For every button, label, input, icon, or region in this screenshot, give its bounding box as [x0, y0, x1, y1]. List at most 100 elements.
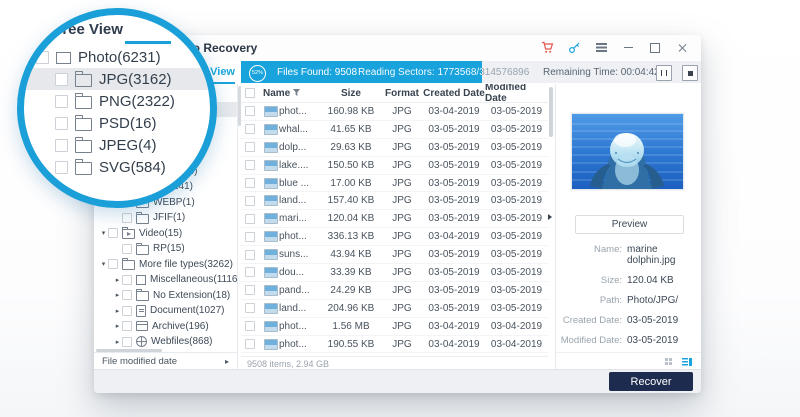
cell-modified-date: 03-05-2019: [485, 285, 548, 296]
panel-collapse-arrow[interactable]: [548, 214, 552, 220]
checkbox[interactable]: [122, 275, 132, 285]
tree-item-icon: [56, 52, 71, 64]
filter-label: File modified date: [102, 356, 177, 367]
tree-item[interactable]: ▾ Video(15): [94, 226, 237, 242]
cell-name: pand...: [279, 285, 321, 296]
menu-icon[interactable]: [594, 41, 608, 55]
tree-item[interactable]: ▾ More file types(3262): [94, 257, 237, 273]
tree-item[interactable]: ▸ Webfiles(868): [94, 334, 237, 350]
row-checkbox[interactable]: [245, 142, 255, 152]
column-header-size[interactable]: Size: [321, 88, 381, 99]
table-row[interactable]: phot... 190.55 KB JPG 03-04-2019 03-04-2…: [241, 336, 548, 354]
photo-thumbnail-icon: [264, 160, 278, 171]
table-row[interactable]: lake.... 150.50 KB JPG 03-05-2019 03-05-…: [241, 157, 548, 175]
row-checkbox[interactable]: [245, 196, 255, 206]
checkbox[interactable]: [122, 213, 132, 223]
list-view-icon[interactable]: [682, 358, 692, 366]
checkbox: [55, 117, 68, 130]
tree-item[interactable]: ▸ No Extension(18): [94, 288, 237, 304]
magnified-tree-item: Photo(6231): [24, 46, 210, 68]
checkbox[interactable]: [108, 228, 118, 238]
cell-created-date: 03-05-2019: [423, 285, 485, 296]
table-row[interactable]: whal... 41.65 KB JPG 03-05-2019 03-05-20…: [241, 121, 548, 139]
row-checkbox[interactable]: [245, 339, 255, 349]
pause-icon: [661, 70, 667, 76]
row-checkbox[interactable]: [245, 214, 255, 224]
checkbox[interactable]: [122, 337, 132, 347]
cell-name: land...: [279, 303, 321, 314]
row-checkbox[interactable]: [245, 303, 255, 313]
table-row[interactable]: suns... 43.94 KB JPG 03-05-2019 03-05-20…: [241, 246, 548, 264]
expand-arrow[interactable]: ▸: [113, 338, 122, 346]
remaining-time-text: Remaining Time: 00:04:42: [543, 67, 660, 78]
tree-item-icon: [136, 245, 149, 255]
tree-item[interactable]: JFIF(1): [94, 210, 237, 226]
tree-item[interactable]: ▸ Miscellaneous(1116): [94, 272, 237, 288]
table-vertical-scrollbar[interactable]: [549, 87, 553, 137]
row-checkbox[interactable]: [245, 106, 255, 116]
tree-item-label: More file types(3262): [139, 259, 233, 270]
filter-funnel-icon[interactable]: [293, 88, 300, 99]
table-row[interactable]: phot... 336.13 KB JPG 03-04-2019 03-05-2…: [241, 228, 548, 246]
detail-label: Path:: [556, 295, 622, 306]
table-row[interactable]: dou... 33.39 KB JPG 03-05-2019 03-05-201…: [241, 264, 548, 282]
stop-button[interactable]: [682, 65, 698, 81]
table-row[interactable]: phot... 1.56 MB JPG 03-04-2019 03-04-201…: [241, 318, 548, 336]
expand-arrow[interactable]: ▸: [113, 276, 122, 284]
checkbox[interactable]: [122, 244, 132, 254]
column-header-created[interactable]: Created Date: [423, 88, 485, 99]
row-checkbox[interactable]: [245, 232, 255, 242]
detail-row: Name: marine dolphin.jpg: [556, 244, 697, 266]
row-checkbox[interactable]: [245, 178, 255, 188]
row-checkbox[interactable]: [245, 285, 255, 295]
grid-view-icon[interactable]: [665, 358, 672, 365]
table-row[interactable]: blue ... 17.00 KB JPG 03-05-2019 03-05-2…: [241, 175, 548, 193]
cell-size: 190.55 KB: [321, 339, 381, 350]
checkbox[interactable]: [122, 290, 132, 300]
checkbox[interactable]: [108, 259, 118, 269]
row-checkbox[interactable]: [245, 124, 255, 134]
close-icon[interactable]: [675, 41, 689, 55]
tree-item[interactable]: ▸ Archive(196): [94, 319, 237, 335]
table-row[interactable]: dolp... 29.63 KB JPG 03-05-2019 03-05-20…: [241, 139, 548, 157]
preview-button[interactable]: Preview: [575, 215, 684, 234]
select-all-checkbox[interactable]: [245, 88, 255, 98]
minimize-icon[interactable]: [621, 41, 635, 55]
expand-arrow[interactable]: ▸: [113, 322, 122, 330]
checkbox[interactable]: [122, 306, 132, 316]
column-header-name[interactable]: Name: [263, 88, 321, 99]
cell-name: phot...: [279, 106, 321, 117]
cell-name: mari...: [279, 213, 321, 224]
table-row[interactable]: land... 204.96 KB JPG 03-05-2019 03-05-2…: [241, 300, 548, 318]
tree-item[interactable]: RP(15): [94, 241, 237, 257]
column-header-format[interactable]: Format: [381, 88, 423, 99]
table-row[interactable]: mari... 120.04 KB JPG 03-05-2019 03-05-2…: [241, 210, 548, 228]
expand-arrow[interactable]: ▸: [113, 307, 122, 315]
detail-label: Size:: [556, 275, 622, 286]
checkbox[interactable]: [122, 321, 132, 331]
table-row[interactable]: land... 157.40 KB JPG 03-05-2019 03-05-2…: [241, 192, 548, 210]
pause-button[interactable]: [656, 65, 672, 81]
expand-arrow[interactable]: ▾: [99, 229, 108, 237]
table-row[interactable]: phot... 160.98 KB JPG 03-04-2019 03-05-2…: [241, 103, 548, 121]
maximize-icon[interactable]: [648, 41, 662, 55]
cell-created-date: 03-05-2019: [423, 142, 485, 153]
table-row[interactable]: pand... 24.29 KB JPG 03-05-2019 03-05-20…: [241, 282, 548, 300]
cart-icon[interactable]: [540, 41, 554, 55]
column-header-modified[interactable]: Modified Date: [485, 84, 548, 104]
row-checkbox[interactable]: [245, 321, 255, 331]
expand-arrow[interactable]: ▸: [113, 291, 122, 299]
expand-arrow[interactable]: ▾: [99, 260, 108, 268]
tree-item[interactable]: ▸ Document(1027): [94, 303, 237, 319]
row-checkbox[interactable]: [245, 250, 255, 260]
row-checkbox[interactable]: [245, 267, 255, 277]
file-modified-date-filter[interactable]: File modified date ▸: [94, 352, 237, 370]
key-icon[interactable]: [567, 41, 581, 55]
cell-modified-date: 03-05-2019: [485, 303, 548, 314]
tree-item-icon: [136, 275, 146, 285]
row-checkbox[interactable]: [245, 160, 255, 170]
photo-thumbnail-icon: [264, 303, 278, 314]
recover-button[interactable]: Recover: [609, 372, 693, 391]
cell-size: 17.00 KB: [321, 178, 381, 189]
cell-size: 1.56 MB: [321, 321, 381, 332]
